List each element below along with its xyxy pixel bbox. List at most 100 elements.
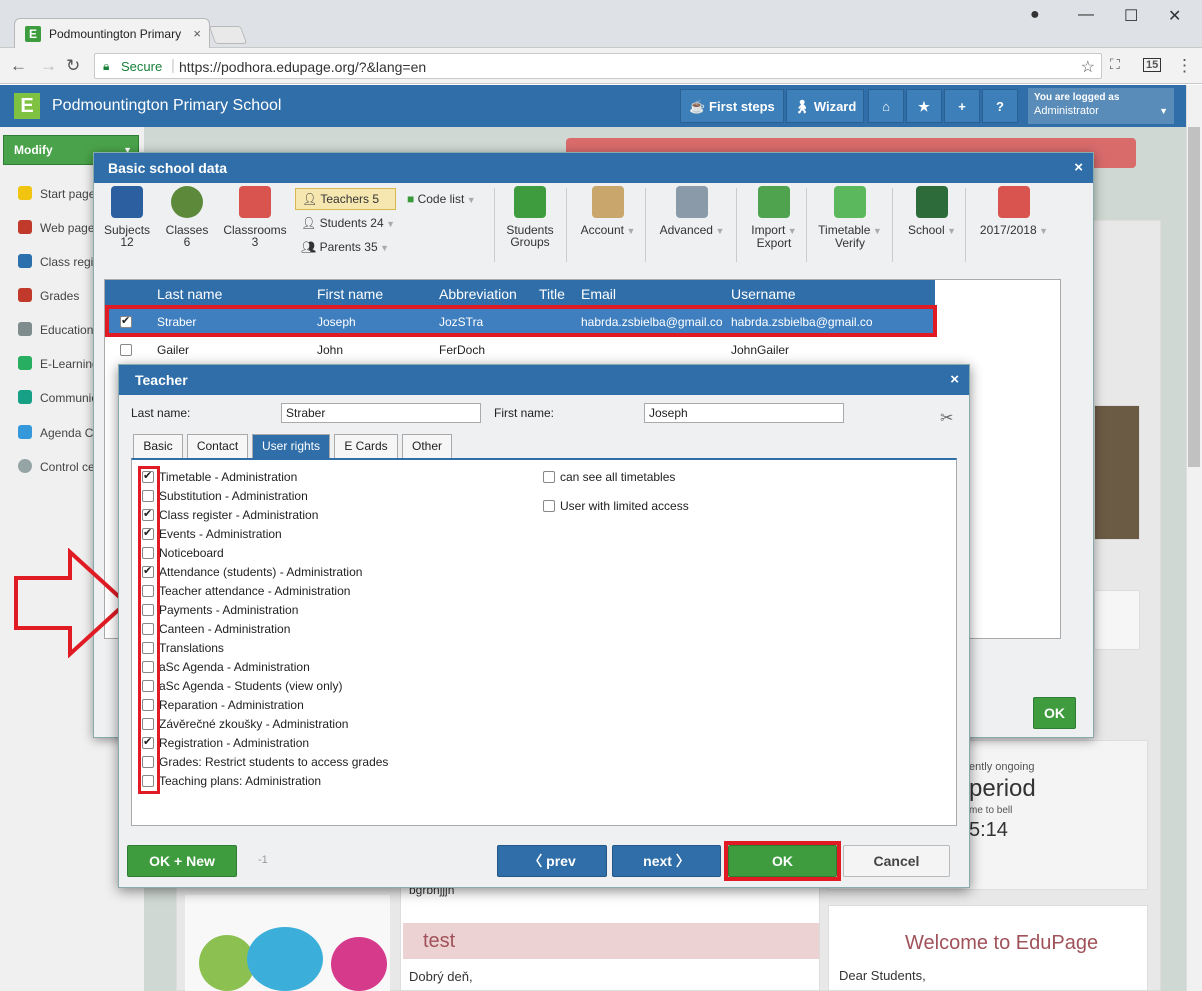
school-dialog-ok-button[interactable]: OK: [1033, 697, 1076, 729]
tab-close-icon[interactable]: ×: [193, 26, 201, 41]
ok-new-button[interactable]: OK + New: [127, 845, 237, 877]
url-text[interactable]: https://podhora.edupage.org/?&lang=en: [179, 59, 426, 75]
first-steps-button[interactable]: ☕ First steps: [680, 89, 784, 123]
col-abbreviation[interactable]: Abbreviation: [439, 286, 517, 302]
teachers-button[interactable]: 👤︎ Teachers 5: [295, 188, 396, 210]
classes-count: 6: [183, 235, 191, 249]
grades-icon: [18, 288, 32, 302]
reload-icon[interactable]: ↻: [66, 56, 80, 76]
right-label: can see all timetables: [560, 470, 676, 484]
tab-contact[interactable]: Contact: [187, 434, 248, 458]
favorites-star-icon[interactable]: ★: [906, 89, 942, 123]
help-icon[interactable]: ?: [982, 89, 1018, 123]
first-name-field[interactable]: Joseph: [644, 403, 844, 423]
forward-icon[interactable]: →: [40, 56, 57, 76]
account-button[interactable]: Account ▼: [578, 186, 638, 237]
cancel-button[interactable]: Cancel: [843, 845, 950, 877]
close-icon[interactable]: ×: [950, 365, 959, 395]
col-username[interactable]: Username: [731, 286, 796, 302]
students-button[interactable]: 👤︎ Students 24 ▼: [301, 216, 395, 230]
edupage-logo[interactable]: E: [14, 93, 40, 119]
tab-e-cards[interactable]: E Cards: [334, 434, 398, 458]
chevron-down-icon: ▼: [1036, 226, 1049, 236]
subjects-button[interactable]: Subjects 12: [104, 186, 150, 248]
walking-icon: 🚶︎: [793, 99, 814, 114]
row-checkbox[interactable]: [120, 344, 132, 356]
scrollbar-thumb[interactable]: [1188, 127, 1200, 467]
chevron-down-icon: ▼: [1159, 106, 1168, 116]
highlight-selected-row: [105, 305, 937, 337]
col-last-name[interactable]: Last name: [157, 286, 222, 302]
dialog-title: Teacher: [135, 372, 188, 388]
lock-icon: 🔒︎: [103, 59, 110, 73]
logged-as-label: You are logged as: [1034, 92, 1120, 103]
menu-label: Education: [40, 323, 94, 337]
parents-button[interactable]: 👥︎ Parents 35 ▼: [301, 240, 389, 254]
import-export-button[interactable]: Import ▼ Export: [744, 186, 804, 249]
window-close-icon[interactable]: ✕: [1168, 6, 1181, 26]
screen-capture-icon[interactable]: ⛶: [1110, 56, 1120, 73]
right-label: Translations: [159, 641, 224, 655]
new-tab-button[interactable]: [208, 26, 248, 44]
classes-button[interactable]: Classes 6: [164, 186, 210, 248]
school-year-button[interactable]: 2017/2018 ▼: [976, 186, 1052, 237]
timetable-label: Timetable: [818, 223, 871, 237]
col-email[interactable]: Email: [581, 286, 616, 302]
owls-image: [185, 895, 390, 991]
next-button[interactable]: next 〉: [612, 845, 721, 877]
tools-icon[interactable]: ✂: [940, 408, 953, 428]
address-bar[interactable]: 🔒︎ Secure | https://podhora.edupage.org/…: [94, 53, 1102, 79]
last-name-field[interactable]: Straber: [281, 403, 481, 423]
school-button[interactable]: School ▼: [902, 186, 962, 237]
timetable-verify-button[interactable]: Timetable ▼ Verify: [816, 186, 884, 249]
chevron-down-icon: ▼: [712, 226, 725, 236]
browser-tab[interactable]: E Podmountington Primary ×: [14, 18, 210, 48]
edupage-favicon-icon: E: [25, 26, 41, 42]
back-icon[interactable]: ←: [10, 56, 27, 76]
wizard-button[interactable]: 🚶︎ Wizard: [786, 89, 864, 123]
maximize-icon[interactable]: ☐: [1124, 6, 1138, 26]
browser-menu-icon[interactable]: ⋮: [1176, 56, 1193, 76]
web-pages-icon: [18, 220, 32, 234]
checkbox[interactable]: [543, 471, 555, 483]
tab-basic[interactable]: Basic: [133, 434, 183, 458]
student-icon: 👤︎: [301, 216, 320, 230]
menu-label: Grades: [40, 289, 80, 303]
subjects-count: 12: [120, 235, 134, 249]
advanced-button[interactable]: Advanced ▼: [656, 186, 728, 237]
cell-username: JohnGailer: [731, 343, 790, 357]
period-label: period: [969, 775, 1036, 802]
scroll-arrows-panel: ↑ ↓: [1069, 590, 1140, 650]
minimize-icon[interactable]: —: [1078, 6, 1094, 24]
user-account-menu[interactable]: You are logged as Administrator ▼: [1028, 88, 1174, 124]
students-groups-button[interactable]: Students Groups: [504, 186, 556, 248]
address-separator: |: [171, 57, 175, 74]
home-icon[interactable]: ⌂: [868, 89, 904, 123]
checkbox[interactable]: [543, 500, 555, 512]
record-counter: -1: [258, 854, 268, 866]
right-label: User with limited access: [560, 499, 689, 513]
communication-icon: [18, 390, 32, 404]
profile-icon[interactable]: ●: [1030, 6, 1040, 24]
close-icon[interactable]: ×: [1074, 153, 1083, 183]
table-row[interactable]: Gailer John FerDoch JohnGailer: [105, 336, 935, 364]
tab-other[interactable]: Other: [402, 434, 452, 458]
extension-badge[interactable]: 15: [1143, 58, 1162, 72]
pen-icon: [18, 425, 32, 439]
prev-button[interactable]: 〈 prev: [497, 845, 607, 877]
test-title[interactable]: test: [403, 923, 819, 959]
school-name[interactable]: Podmountington Primary School: [52, 97, 281, 115]
col-title[interactable]: Title: [539, 286, 565, 302]
code-list-button[interactable]: ■ Code list ▼: [407, 192, 476, 206]
right-label: Noticeboard: [159, 546, 224, 560]
toolbar-separator: [494, 188, 495, 262]
classrooms-button[interactable]: Classrooms 3: [222, 186, 288, 248]
import-export-icon: [758, 186, 790, 218]
col-first-name[interactable]: First name: [317, 286, 383, 302]
bookmark-star-icon[interactable]: ☆: [1081, 57, 1095, 77]
tab-user-rights[interactable]: User rights: [252, 434, 330, 458]
house-icon: [239, 186, 271, 218]
test-widget: bgrbnjjjn test Dobrý deň,: [400, 880, 820, 991]
welcome-title[interactable]: Welcome to EduPage: [905, 932, 1098, 955]
add-plus-icon[interactable]: +: [944, 89, 980, 123]
